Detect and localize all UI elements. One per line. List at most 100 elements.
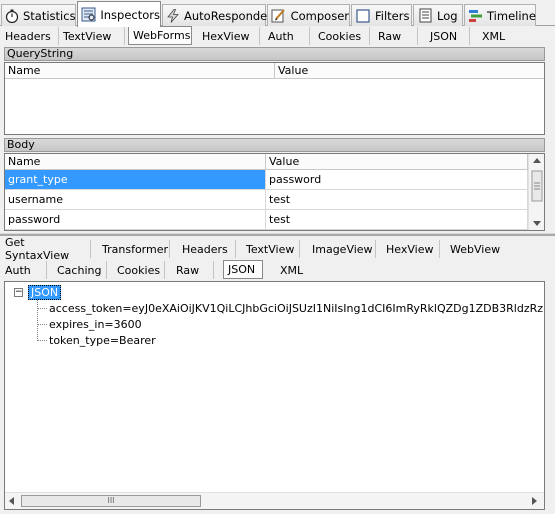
column-header-value[interactable]: Value	[275, 63, 544, 79]
tab-filters[interactable]: Filters	[351, 4, 412, 26]
tree-connector	[37, 324, 47, 325]
stopwatch-icon	[5, 8, 19, 24]
json-node[interactable]: expires_in=3600	[49, 318, 142, 331]
querystring-header: QueryString	[4, 47, 545, 61]
section-title: QueryString	[7, 47, 74, 60]
tab-label: JSON	[430, 29, 458, 43]
tab-label: Transformer	[102, 242, 169, 256]
cell-value[interactable]: password	[266, 170, 528, 189]
tab-label: HexView	[202, 29, 250, 43]
tab-label: Filters	[375, 8, 410, 23]
tab-response-auth[interactable]: Auth	[1, 261, 47, 279]
tab-response-webview[interactable]: WebView	[446, 240, 501, 258]
tab-response-raw[interactable]: Raw	[172, 261, 214, 279]
tree-connector	[37, 308, 47, 309]
tab-response-hexview[interactable]: HexView	[382, 240, 440, 258]
horizontal-scrollbar[interactable]: III	[5, 492, 544, 509]
tab-label: Cookies	[117, 263, 161, 277]
lightning-icon	[166, 8, 180, 24]
tab-log[interactable]: Log	[413, 4, 463, 26]
tab-inspectors[interactable]: Inspectors	[77, 1, 161, 27]
tab-label: WebView	[450, 242, 501, 256]
tab-label: Raw	[176, 263, 200, 277]
tab-request-xml[interactable]: XML	[478, 27, 518, 45]
tab-label: TextView	[246, 242, 295, 256]
scroll-thumb[interactable]: III	[21, 495, 201, 507]
tab-response-textview[interactable]: TextView	[242, 240, 300, 258]
response-tabs-row-1: Get SyntaxView Transformer Headers TextV…	[0, 236, 555, 262]
tab-response-cookies[interactable]: Cookies	[113, 261, 165, 279]
json-node[interactable]: token_type=Bearer	[49, 334, 156, 347]
tab-autoresponder[interactable]: AutoResponder	[162, 4, 272, 26]
json-tree-view[interactable]: − JSON access_token=eyJ0eXAiOiJKV1QiLCJh…	[4, 281, 545, 510]
body-header: Body	[4, 138, 545, 152]
tab-response-caching[interactable]: Caching	[53, 261, 107, 279]
tab-label: Cookies	[318, 29, 362, 43]
body-grid[interactable]: Name Value grant_type password username …	[4, 153, 545, 231]
table-row[interactable]: grant_type password	[5, 170, 528, 190]
tab-request-json[interactable]: JSON	[426, 27, 470, 45]
tab-timeline[interactable]: Timeline	[464, 4, 536, 26]
scrollbar-graphic	[531, 158, 543, 226]
column-header-name[interactable]: Name	[5, 63, 275, 79]
tab-label: HexView	[386, 242, 434, 256]
tab-request-auth[interactable]: Auth	[264, 27, 310, 45]
tab-label: XML	[482, 29, 506, 43]
tab-label: Statistics	[23, 8, 76, 23]
tab-label: Composer	[290, 8, 349, 23]
json-root-node[interactable]: JSON	[28, 285, 62, 300]
vertical-scrollbar[interactable]	[528, 154, 544, 230]
main-tab-bar: Statistics Inspectors AutoResponder Comp…	[0, 0, 555, 27]
tab-request-hexview[interactable]: HexView	[198, 27, 260, 45]
expander-glyph: −	[15, 287, 23, 297]
request-inspector-tabs: Headers TextView WebForms HexView Auth C…	[0, 25, 555, 46]
tab-response-transformer[interactable]: Transformer	[98, 240, 170, 258]
tab-label: Headers	[182, 242, 228, 256]
tab-request-textview[interactable]: TextView	[59, 27, 125, 45]
tab-label: Log	[437, 8, 458, 23]
inspectors-icon	[81, 7, 96, 23]
tab-request-webforms[interactable]: WebForms	[128, 26, 192, 45]
tab-label: AutoResponder	[184, 8, 272, 23]
cell-name[interactable]: username	[5, 190, 266, 209]
tab-response-headers[interactable]: Headers	[178, 240, 236, 258]
tab-response-get-syntaxview[interactable]: Get SyntaxView	[1, 236, 91, 262]
tab-label: Auth	[268, 29, 294, 43]
cell-value[interactable]: test	[266, 210, 528, 229]
tab-label: Raw	[378, 29, 402, 43]
column-header-name[interactable]: Name	[5, 154, 266, 170]
tab-label: ImageView	[312, 242, 373, 256]
tab-statistics[interactable]: Statistics	[1, 4, 76, 26]
tab-label: TextView	[63, 29, 112, 43]
tab-request-headers[interactable]: Headers	[1, 27, 59, 45]
tab-response-xml[interactable]: XML	[276, 261, 314, 279]
tab-response-json[interactable]: JSON	[223, 260, 263, 279]
tab-response-imageview[interactable]: ImageView	[308, 240, 376, 258]
tab-label: Headers	[5, 29, 51, 43]
tab-label: Auth	[5, 263, 31, 277]
table-row[interactable]: username test	[5, 190, 528, 210]
tab-request-raw[interactable]: Raw	[374, 27, 418, 45]
tab-request-cookies[interactable]: Cookies	[314, 27, 370, 45]
querystring-grid[interactable]: Name Value	[4, 62, 545, 135]
tab-label: Timeline	[487, 8, 536, 23]
checkbox-icon	[355, 8, 371, 24]
tab-label: WebForms	[133, 29, 191, 42]
collapse-toggle[interactable]: −	[14, 288, 23, 297]
cell-name[interactable]: password	[5, 210, 266, 229]
tab-label: XML	[280, 263, 304, 277]
tree-connector	[37, 340, 47, 341]
thumb-grip: III	[107, 496, 115, 505]
json-node[interactable]: access_token=eyJ0eXAiOiJKV1QiLCJhbGciOiJ…	[49, 302, 544, 315]
cell-value[interactable]: test	[266, 190, 528, 209]
log-icon	[417, 8, 433, 24]
tab-label: JSON	[228, 263, 256, 276]
tab-composer[interactable]: Composer	[267, 4, 350, 26]
cell-name[interactable]: grant_type	[5, 170, 266, 189]
table-row[interactable]: password test	[5, 210, 528, 230]
column-header-value[interactable]: Value	[266, 154, 528, 170]
timeline-icon	[468, 8, 483, 24]
response-tabs-row-2: Auth Caching Cookies Raw JSON XML	[0, 259, 555, 280]
pencil-icon	[271, 8, 287, 24]
tab-label: Inspectors	[100, 7, 160, 22]
